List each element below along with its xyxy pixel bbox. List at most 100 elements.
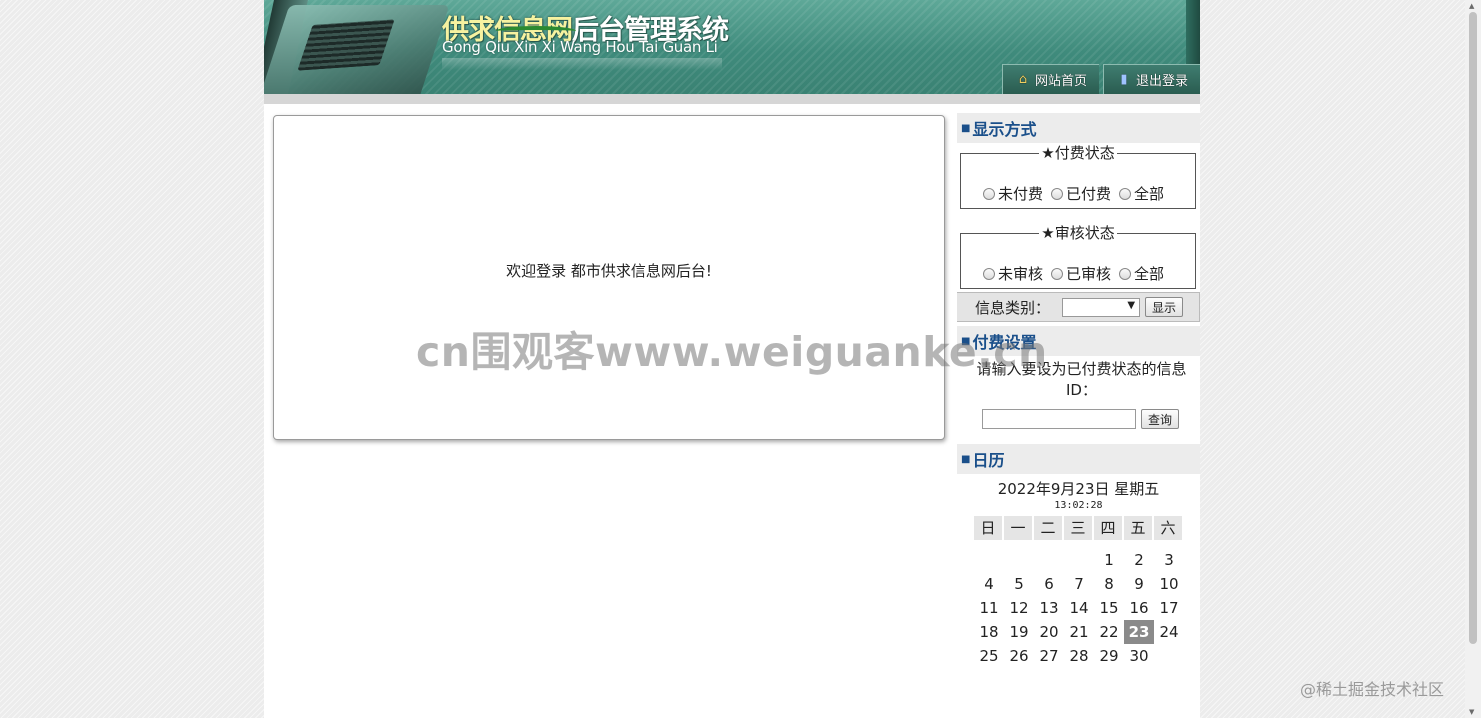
- site-subtitle: Gong Qiu Xin Xi Wang Hou Tai Guan Li: [442, 38, 718, 56]
- calendar-weekday: 一: [1004, 516, 1034, 540]
- calendar-day[interactable]: 13: [1034, 596, 1064, 620]
- nav-logout-button[interactable]: ▮ 退出登录: [1102, 64, 1200, 94]
- radio-unpaid[interactable]: 未付费: [983, 183, 1043, 204]
- welcome-panel: 欢迎登录 都市供求信息网后台!: [273, 115, 945, 440]
- calendar-week-row: 4 5 6 7 8 9 10: [974, 572, 1184, 596]
- query-button[interactable]: 查询: [1140, 409, 1179, 429]
- calendar-day[interactable]: 28: [1064, 644, 1094, 668]
- calendar-grid: 日一二三四五六 1 2 3 4 5 6 7 8 9 10 11 12 13 14 15 16 17 18 19 20 21…: [974, 516, 1184, 668]
- calendar-week-row: 11 12 13 14 15 16 17: [974, 596, 1184, 620]
- payment-status-legend: ★付费状态: [961, 144, 1195, 162]
- category-select[interactable]: ▼: [1062, 297, 1141, 317]
- review-status-group: ★审核状态 未审核 已审核 全部: [960, 224, 1196, 289]
- square-bullet-icon: ■: [961, 335, 971, 347]
- scroll-up-icon[interactable]: ▲: [1469, 2, 1474, 10]
- pay-setting-form: 查询: [957, 409, 1200, 429]
- calendar-day-today[interactable]: 23: [1124, 620, 1154, 644]
- calendar-time: 13:02:28: [1054, 500, 1103, 511]
- calendar-day: [1004, 548, 1034, 572]
- calendar-day[interactable]: 5: [1004, 572, 1034, 596]
- display-mode-heading: ■ 显示方式: [957, 113, 1200, 143]
- radio-paid-label: 已付费: [1066, 185, 1112, 203]
- calendar-heading: ■ 日历: [957, 444, 1200, 474]
- calendar-day: [1034, 548, 1064, 572]
- calendar-day[interactable]: 30: [1124, 644, 1154, 668]
- home-icon: ⌂: [1018, 72, 1028, 87]
- calendar-day[interactable]: 1: [1094, 548, 1124, 572]
- calendar-day[interactable]: 11: [974, 596, 1004, 620]
- scrollbar-thumb[interactable]: [1469, 12, 1477, 644]
- review-status-legend: ★审核状态: [961, 224, 1195, 242]
- payment-status-legend-text: ★付费状态: [1039, 144, 1117, 162]
- pay-setting-heading: ■ 付费设置: [957, 326, 1200, 356]
- calendar-day[interactable]: 19: [1004, 620, 1034, 644]
- nav-logout-label: 退出登录: [1135, 74, 1188, 89]
- header-divider: [264, 94, 1200, 104]
- pay-setting-description: 请输入要设为已付费状态的信息ID：: [976, 360, 1187, 399]
- calendar-week-row: 25 26 27 28 29 30: [974, 644, 1184, 668]
- calendar-day[interactable]: 29: [1094, 644, 1124, 668]
- radio-payment-all[interactable]: 全部: [1119, 183, 1164, 204]
- calendar-weekday: 六: [1154, 516, 1184, 540]
- nav-home-button[interactable]: ⌂ 网站首页: [1001, 64, 1099, 94]
- page-container: 供求信息网后台管理系统 Gong Qiu Xin Xi Wang Hou Tai…: [264, 0, 1200, 718]
- calendar-day[interactable]: 9: [1124, 572, 1154, 596]
- radio-unreviewed[interactable]: 未审核: [983, 263, 1043, 284]
- radio-review-all-label: 全部: [1134, 265, 1165, 283]
- calendar-day: [1154, 644, 1184, 668]
- calendar-week-row: 123: [974, 548, 1184, 572]
- info-id-input[interactable]: [981, 409, 1136, 429]
- calendar-day[interactable]: 12: [1004, 596, 1034, 620]
- calendar-day[interactable]: 10: [1154, 572, 1184, 596]
- radio-unreviewed-circle[interactable]: [983, 267, 995, 280]
- show-button[interactable]: 显示: [1145, 297, 1184, 317]
- radio-reviewed-circle[interactable]: [1051, 267, 1064, 280]
- radio-paid[interactable]: 已付费: [1051, 183, 1111, 204]
- calendar-day[interactable]: 16: [1124, 596, 1154, 620]
- calendar-day[interactable]: 24: [1154, 620, 1184, 644]
- calendar-day[interactable]: 6: [1034, 572, 1064, 596]
- square-bullet-icon: ■: [961, 122, 971, 134]
- payment-status-group: ★付费状态 未付费 已付费 全部: [960, 144, 1196, 209]
- calendar-day[interactable]: 18: [974, 620, 1004, 644]
- calendar-day[interactable]: 3: [1154, 548, 1184, 572]
- calendar-day[interactable]: 20: [1034, 620, 1064, 644]
- calendar-day[interactable]: 15: [1094, 596, 1124, 620]
- calendar-day[interactable]: 21: [1064, 620, 1094, 644]
- category-row: 信息类别： ▼ 显示: [957, 292, 1200, 322]
- sidebar: ■ 显示方式 ★付费状态 未付费 已付费 全部 ★审核状态 未审核 已审核 全部…: [957, 113, 1200, 668]
- calendar-weekday-row: 日一二三四五六: [974, 516, 1184, 540]
- review-status-options: 未审核 已审核 全部: [983, 263, 1164, 284]
- page-scrollbar[interactable]: ▲ ▼: [1465, 0, 1481, 718]
- radio-reviewed-label: 已审核: [1066, 265, 1112, 283]
- radio-review-all[interactable]: 全部: [1119, 263, 1164, 284]
- radio-unpaid-circle[interactable]: [983, 187, 995, 200]
- scroll-down-icon[interactable]: ▼: [1469, 708, 1474, 716]
- exit-icon: ▮: [1120, 72, 1128, 87]
- calendar-day[interactable]: 17: [1154, 596, 1184, 620]
- calendar-day[interactable]: 25: [974, 644, 1004, 668]
- radio-paid-circle[interactable]: [1051, 187, 1064, 200]
- calendar-weekday: 五: [1124, 516, 1154, 540]
- calendar-day[interactable]: 22: [1094, 620, 1124, 644]
- calendar-heading-text: 日历: [972, 451, 1005, 470]
- watermark-corner: @稀土掘金技术社区: [1300, 680, 1445, 699]
- subtitle-reflection: [442, 58, 722, 70]
- calendar-day[interactable]: 7: [1064, 572, 1094, 596]
- calendar-day[interactable]: 4: [974, 572, 1004, 596]
- calendar-day[interactable]: 14: [1064, 596, 1094, 620]
- calendar-day: [974, 548, 1004, 572]
- radio-payment-all-circle[interactable]: [1119, 187, 1132, 200]
- pay-setting-heading-text: 付费设置: [972, 333, 1037, 352]
- calendar-weekday: 二: [1034, 516, 1064, 540]
- calendar-day[interactable]: 27: [1034, 644, 1064, 668]
- radio-payment-all-label: 全部: [1134, 185, 1165, 203]
- radio-review-all-circle[interactable]: [1119, 267, 1132, 280]
- calendar-day[interactable]: 26: [1004, 644, 1034, 668]
- square-bullet-icon: ■: [961, 453, 971, 465]
- radio-reviewed[interactable]: 已审核: [1051, 263, 1111, 284]
- dropdown-arrow-icon: ▼: [1127, 299, 1136, 311]
- calendar-day[interactable]: 2: [1124, 548, 1154, 572]
- calendar-day[interactable]: 8: [1094, 572, 1124, 596]
- payment-status-options: 未付费 已付费 全部: [983, 183, 1164, 204]
